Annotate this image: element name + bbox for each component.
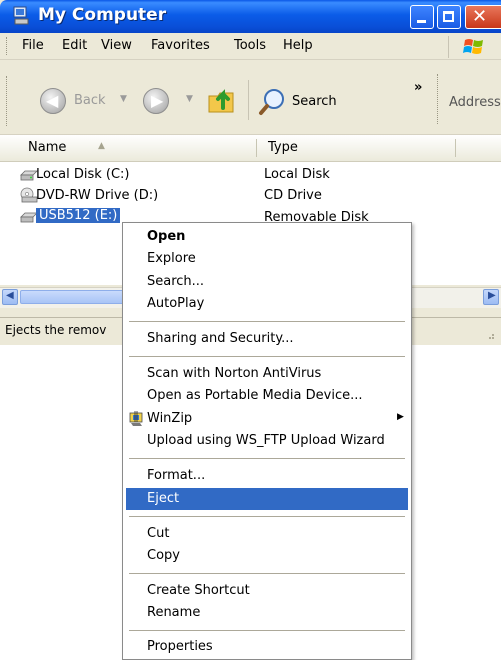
forward-arrow-icon: ▶: [151, 91, 164, 110]
item-type: Local Disk: [264, 167, 330, 182]
scroll-right-button[interactable]: ▶: [483, 289, 499, 305]
menu-format[interactable]: Format...: [147, 468, 205, 483]
menu-favorites[interactable]: Favorites: [151, 38, 210, 53]
menu-sharing-security[interactable]: Sharing and Security...: [147, 331, 294, 346]
window-title: My Computer: [38, 5, 167, 25]
item-name: USB512 (E:): [36, 208, 121, 223]
minimize-button[interactable]: [410, 5, 434, 29]
menu-separator: [129, 458, 405, 459]
toolbar-overflow-chevron[interactable]: »: [414, 80, 422, 95]
menu-winzip[interactable]: WinZip: [147, 411, 192, 426]
item-name: DVD-RW Drive (D:): [36, 188, 159, 203]
address-grip: [437, 74, 439, 124]
menu-properties[interactable]: Properties: [147, 639, 213, 654]
sort-ascending-icon: ▲: [98, 141, 105, 151]
menu-copy[interactable]: Copy: [147, 548, 180, 563]
search-label: Search: [292, 94, 337, 109]
forward-button[interactable]: ▶: [143, 88, 169, 114]
minimize-icon: [417, 20, 426, 23]
column-name-header[interactable]: Name: [28, 140, 66, 155]
column-header: [0, 135, 501, 162]
maximize-icon: [443, 11, 454, 22]
menu-scan-norton[interactable]: Scan with Norton AntiVirus: [147, 366, 321, 381]
menu-separator: [129, 630, 405, 631]
menu-edit[interactable]: Edit: [62, 38, 87, 53]
chevron-right-icon: ▶: [488, 290, 496, 301]
menu-tools[interactable]: Tools: [234, 38, 266, 53]
search-button[interactable]: Search: [258, 86, 346, 118]
winzip-icon: [129, 411, 143, 426]
menu-separator: [129, 516, 405, 517]
menu-rename[interactable]: Rename: [147, 605, 200, 620]
my-computer-icon: [13, 6, 29, 25]
status-text: Ejects the remov: [5, 323, 107, 337]
forward-dropdown-icon[interactable]: ▼: [186, 94, 193, 104]
column-separator[interactable]: [256, 139, 257, 157]
address-label: Address: [449, 95, 501, 110]
scroll-thumb[interactable]: [20, 290, 130, 304]
menu-file[interactable]: File: [22, 38, 44, 53]
item-name: Local Disk (C:): [36, 167, 130, 182]
item-type: CD Drive: [264, 188, 322, 203]
menu-eject[interactable]: Eject: [147, 491, 179, 506]
menu-separator: [129, 321, 405, 322]
menu-upload-wsftp[interactable]: Upload using WS_FTP Upload Wizard: [147, 433, 385, 448]
toolbar-separator: [248, 80, 249, 120]
list-item[interactable]: Local Disk (C:): [20, 166, 256, 184]
menu-explore[interactable]: Explore: [147, 251, 196, 266]
menu-open[interactable]: Open: [147, 229, 185, 244]
chevron-left-icon: ◀: [6, 290, 14, 301]
submenu-arrow-icon: ▶: [397, 412, 404, 422]
close-button[interactable]: ✕: [465, 5, 501, 29]
menu-cut[interactable]: Cut: [147, 526, 169, 541]
back-dropdown-icon[interactable]: ▼: [120, 94, 127, 104]
resize-grip-icon[interactable]: [486, 331, 496, 341]
menu-view[interactable]: View: [101, 38, 132, 53]
menu-search[interactable]: Search...: [147, 274, 204, 289]
close-icon: ✕: [472, 6, 488, 27]
list-item[interactable]: DVD-RW Drive (D:): [20, 187, 256, 205]
menu-separator: [129, 356, 405, 357]
scroll-left-button[interactable]: ◀: [2, 289, 18, 305]
menu-open-portable-device[interactable]: Open as Portable Media Device...: [147, 388, 363, 403]
back-label: Back: [74, 93, 106, 108]
toolbar-grip: [6, 76, 10, 126]
menu-create-shortcut[interactable]: Create Shortcut: [147, 583, 250, 598]
menu-autoplay[interactable]: AutoPlay: [147, 296, 204, 311]
menu-separator: [129, 573, 405, 574]
search-magnifier-icon: [259, 89, 284, 115]
column-type-header[interactable]: Type: [268, 140, 298, 155]
up-folder-icon[interactable]: [206, 82, 240, 116]
menubar-grip: [6, 37, 10, 55]
windows-logo-icon: [448, 36, 493, 58]
back-arrow-icon: ◀: [40, 88, 66, 114]
maximize-button[interactable]: [437, 5, 461, 29]
context-menu: Open Explore Search... AutoPlay Sharing …: [122, 222, 412, 660]
column-separator[interactable]: [455, 139, 456, 157]
menu-help[interactable]: Help: [283, 38, 313, 53]
